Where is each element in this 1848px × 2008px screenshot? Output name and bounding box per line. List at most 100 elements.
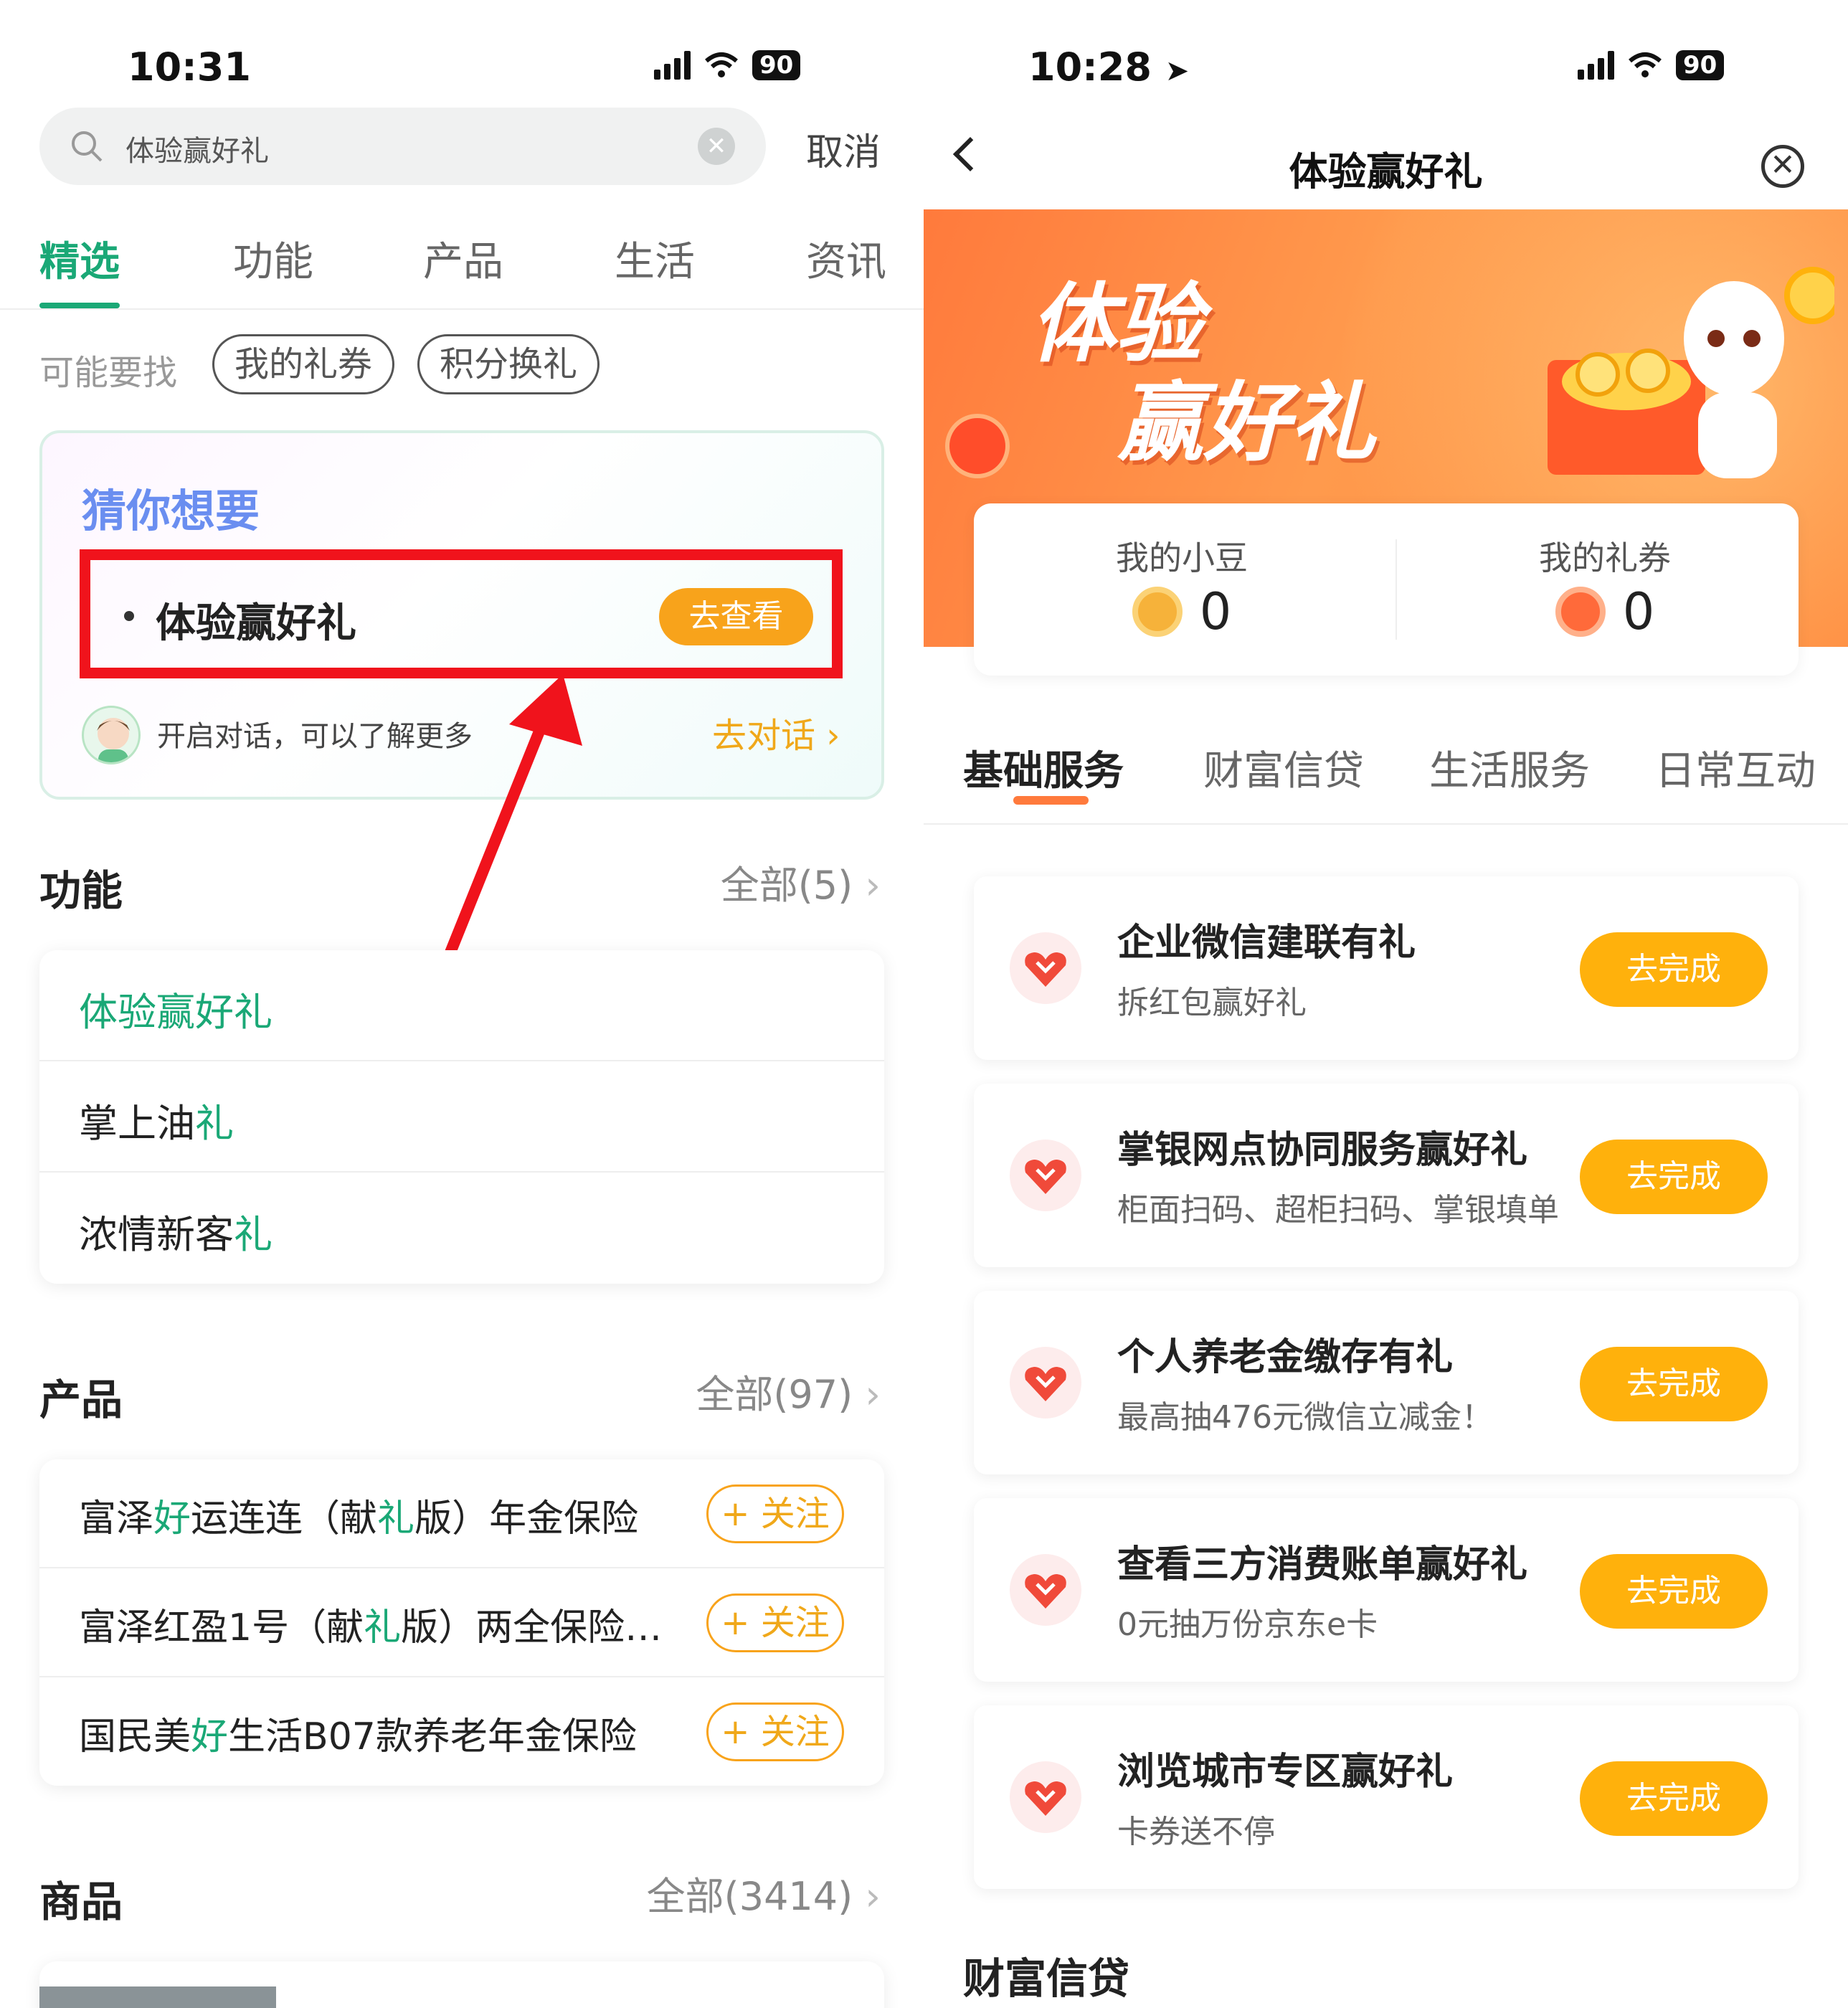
cellular-signal-icon <box>654 51 691 80</box>
task-card: 企业微信建联有礼 拆红包赢好礼 去完成 <box>974 876 1799 1060</box>
follow-button[interactable]: + 关注 <box>706 1484 844 1543</box>
chip-my-coupons[interactable]: 我的礼券 <box>212 334 395 394</box>
cancel-button[interactable]: 取消 <box>806 122 881 176</box>
complete-button[interactable]: 去完成 <box>1580 1761 1768 1836</box>
page-title: 体验赢好礼 <box>1289 149 1483 194</box>
task-subtitle: 0元抽万份京东e卡 <box>1117 1606 1378 1643</box>
tab-news[interactable]: 资讯 <box>806 229 886 288</box>
clear-search-icon[interactable]: ✕ <box>698 128 735 165</box>
task-card: 掌银网点协同服务赢好礼 柜面扫码、超柜扫码、掌银填单 去完成 <box>974 1084 1799 1267</box>
wifi-icon <box>1629 52 1662 77</box>
chip-points-exchange[interactable]: 积分换礼 <box>417 334 600 394</box>
avatar-icon <box>97 718 130 762</box>
location-arrow-icon: ➤ <box>1165 55 1190 87</box>
task-title: 企业微信建联有礼 <box>1117 922 1416 965</box>
guess-title: 猜你想要 <box>82 485 260 537</box>
task-card: 查看三方消费账单赢好礼 0元抽万份京东e卡 去完成 <box>974 1498 1799 1682</box>
wifi-icon <box>705 52 738 77</box>
result-tabs: 精选 功能 产品 生活 资讯 <box>0 222 924 310</box>
divider <box>1396 539 1397 640</box>
cellular-signal-icon <box>1578 51 1614 80</box>
battery-icon: 90 <box>752 50 801 80</box>
search-icon <box>72 131 103 162</box>
goods-thumbnail[interactable] <box>39 1986 276 2008</box>
coupons-label: 我的礼券 <box>1539 539 1671 577</box>
complete-button[interactable]: 去完成 <box>1580 932 1768 1007</box>
goods-all-link[interactable]: 全部(3414) › <box>647 1865 881 1921</box>
search-results-screen: 10:31 90 体验赢好礼 ✕ 取消 精选 功能 产品 生活 资讯 可能要找 … <box>0 0 924 2008</box>
go-view-button[interactable]: 去查看 <box>659 588 813 645</box>
tab-basic-services[interactable]: 基础服务 <box>963 739 1124 797</box>
heart-gem-icon <box>1010 1761 1081 1833</box>
nav-bar: 体验赢好礼 ✕ <box>924 108 1848 208</box>
tab-functions[interactable]: 功能 <box>233 229 313 288</box>
function-item[interactable]: 浓情新客礼 <box>39 1173 884 1284</box>
score-box: 我的小豆 0 我的礼券 0 <box>974 503 1799 676</box>
active-tab-indicator <box>39 303 120 308</box>
beans-value[interactable]: 0 <box>1003 582 1361 641</box>
mascot-gift-illustration <box>1548 267 1834 478</box>
heart-gem-icon <box>1010 932 1081 1004</box>
go-chat-link[interactable]: 去对话 › <box>712 707 840 757</box>
task-subtitle: 柜面扫码、超柜扫码、掌银填单 <box>1117 1192 1559 1228</box>
bullet-dot <box>124 611 134 621</box>
status-icons: 90 <box>1578 50 1725 80</box>
heart-gem-icon <box>1010 1140 1081 1211</box>
tab-life-services[interactable]: 生活服务 <box>1429 739 1590 797</box>
products-all-link[interactable]: 全部(97) › <box>696 1363 881 1419</box>
active-tab-indicator <box>1013 796 1089 805</box>
product-item[interactable]: 国民美好生活B07款养老年金保险 + 关注 <box>39 1677 884 1786</box>
service-tabs: 基础服务 财富信贷 生活服务 日常互动 <box>924 724 1848 825</box>
tab-featured[interactable]: 精选 <box>39 229 120 288</box>
wealth-section-title: 财富信贷 <box>963 1954 1130 2003</box>
tab-wealth-credit[interactable]: 财富信贷 <box>1203 739 1364 797</box>
follow-button[interactable]: + 关注 <box>706 1702 844 1761</box>
heart-gem-icon <box>1010 1347 1081 1419</box>
task-title: 掌银网点协同服务赢好礼 <box>1117 1129 1528 1172</box>
task-card: 浏览城市专区赢好礼 卡券送不停 去完成 <box>974 1705 1799 1889</box>
task-title: 个人养老金缴存有礼 <box>1117 1336 1454 1379</box>
task-title: 浏览城市专区赢好礼 <box>1117 1751 1454 1794</box>
coupon-icon <box>1555 587 1606 637</box>
functions-section-title: 功能 <box>39 866 123 915</box>
task-subtitle: 卡券送不停 <box>1117 1814 1275 1850</box>
red-envelope-icon <box>945 414 1010 478</box>
status-icons: 90 <box>654 50 801 80</box>
function-item[interactable]: 掌上油礼 <box>39 1061 884 1173</box>
product-item[interactable]: 富泽好运连连（献礼版）年金保险 + 关注 <box>39 1459 884 1568</box>
status-time: 10:31 <box>128 44 251 90</box>
search-input[interactable]: 体验赢好礼 ✕ <box>39 108 766 185</box>
beans-label: 我的小豆 <box>1116 539 1248 577</box>
battery-icon: 90 <box>1676 50 1725 80</box>
tab-daily-interaction[interactable]: 日常互动 <box>1655 739 1831 797</box>
complete-button[interactable]: 去完成 <box>1580 1347 1768 1421</box>
products-section-title: 产品 <box>39 1375 123 1424</box>
status-time: 10:28 ➤ <box>1028 44 1190 90</box>
function-item[interactable]: 体验赢好礼 <box>39 950 884 1061</box>
task-subtitle: 最高抽476元微信立减金！ <box>1117 1399 1493 1436</box>
coupons-value[interactable]: 0 <box>1426 582 1784 641</box>
guess-item-label[interactable]: 体验赢好礼 <box>156 591 356 649</box>
follow-button[interactable]: + 关注 <box>706 1593 844 1652</box>
complete-button[interactable]: 去完成 <box>1580 1554 1768 1629</box>
heart-gem-icon <box>1010 1554 1081 1626</box>
products-card: 富泽好运连连（献礼版）年金保险 + 关注 富泽红盈1号（献礼版）两全保险… + … <box>39 1459 884 1786</box>
tab-products[interactable]: 产品 <box>423 229 503 288</box>
task-card: 个人养老金缴存有礼 最高抽476元微信立减金！ 去完成 <box>974 1291 1799 1474</box>
activity-screen: 10:28 ➤ 90 体验赢好礼 ✕ 体验 赢好礼 我的小豆 0 我的礼券 0 … <box>924 0 1848 2008</box>
functions-all-link[interactable]: 全部(5) › <box>721 853 881 910</box>
functions-card: 体验赢好礼 掌上油礼 浓情新客礼 <box>39 950 884 1284</box>
product-item[interactable]: 富泽红盈1号（献礼版）两全保险… + 关注 <box>39 1568 884 1677</box>
close-icon[interactable]: ✕ <box>1761 145 1804 188</box>
banner-title-line2: 赢好礼 <box>1117 374 1375 473</box>
task-title: 查看三方消费账单赢好礼 <box>1117 1543 1528 1586</box>
bean-coin-icon <box>1132 587 1183 637</box>
assistant-avatar <box>82 706 141 764</box>
tab-life[interactable]: 生活 <box>615 229 695 288</box>
status-bar: 10:31 90 <box>0 0 924 108</box>
status-bar: 10:28 ➤ 90 <box>924 0 1848 108</box>
goods-section-title: 商品 <box>39 1877 123 1926</box>
complete-button[interactable]: 去完成 <box>1580 1140 1768 1214</box>
maybe-looking-label: 可能要找 <box>39 353 178 393</box>
task-subtitle: 拆红包赢好礼 <box>1117 985 1307 1021</box>
